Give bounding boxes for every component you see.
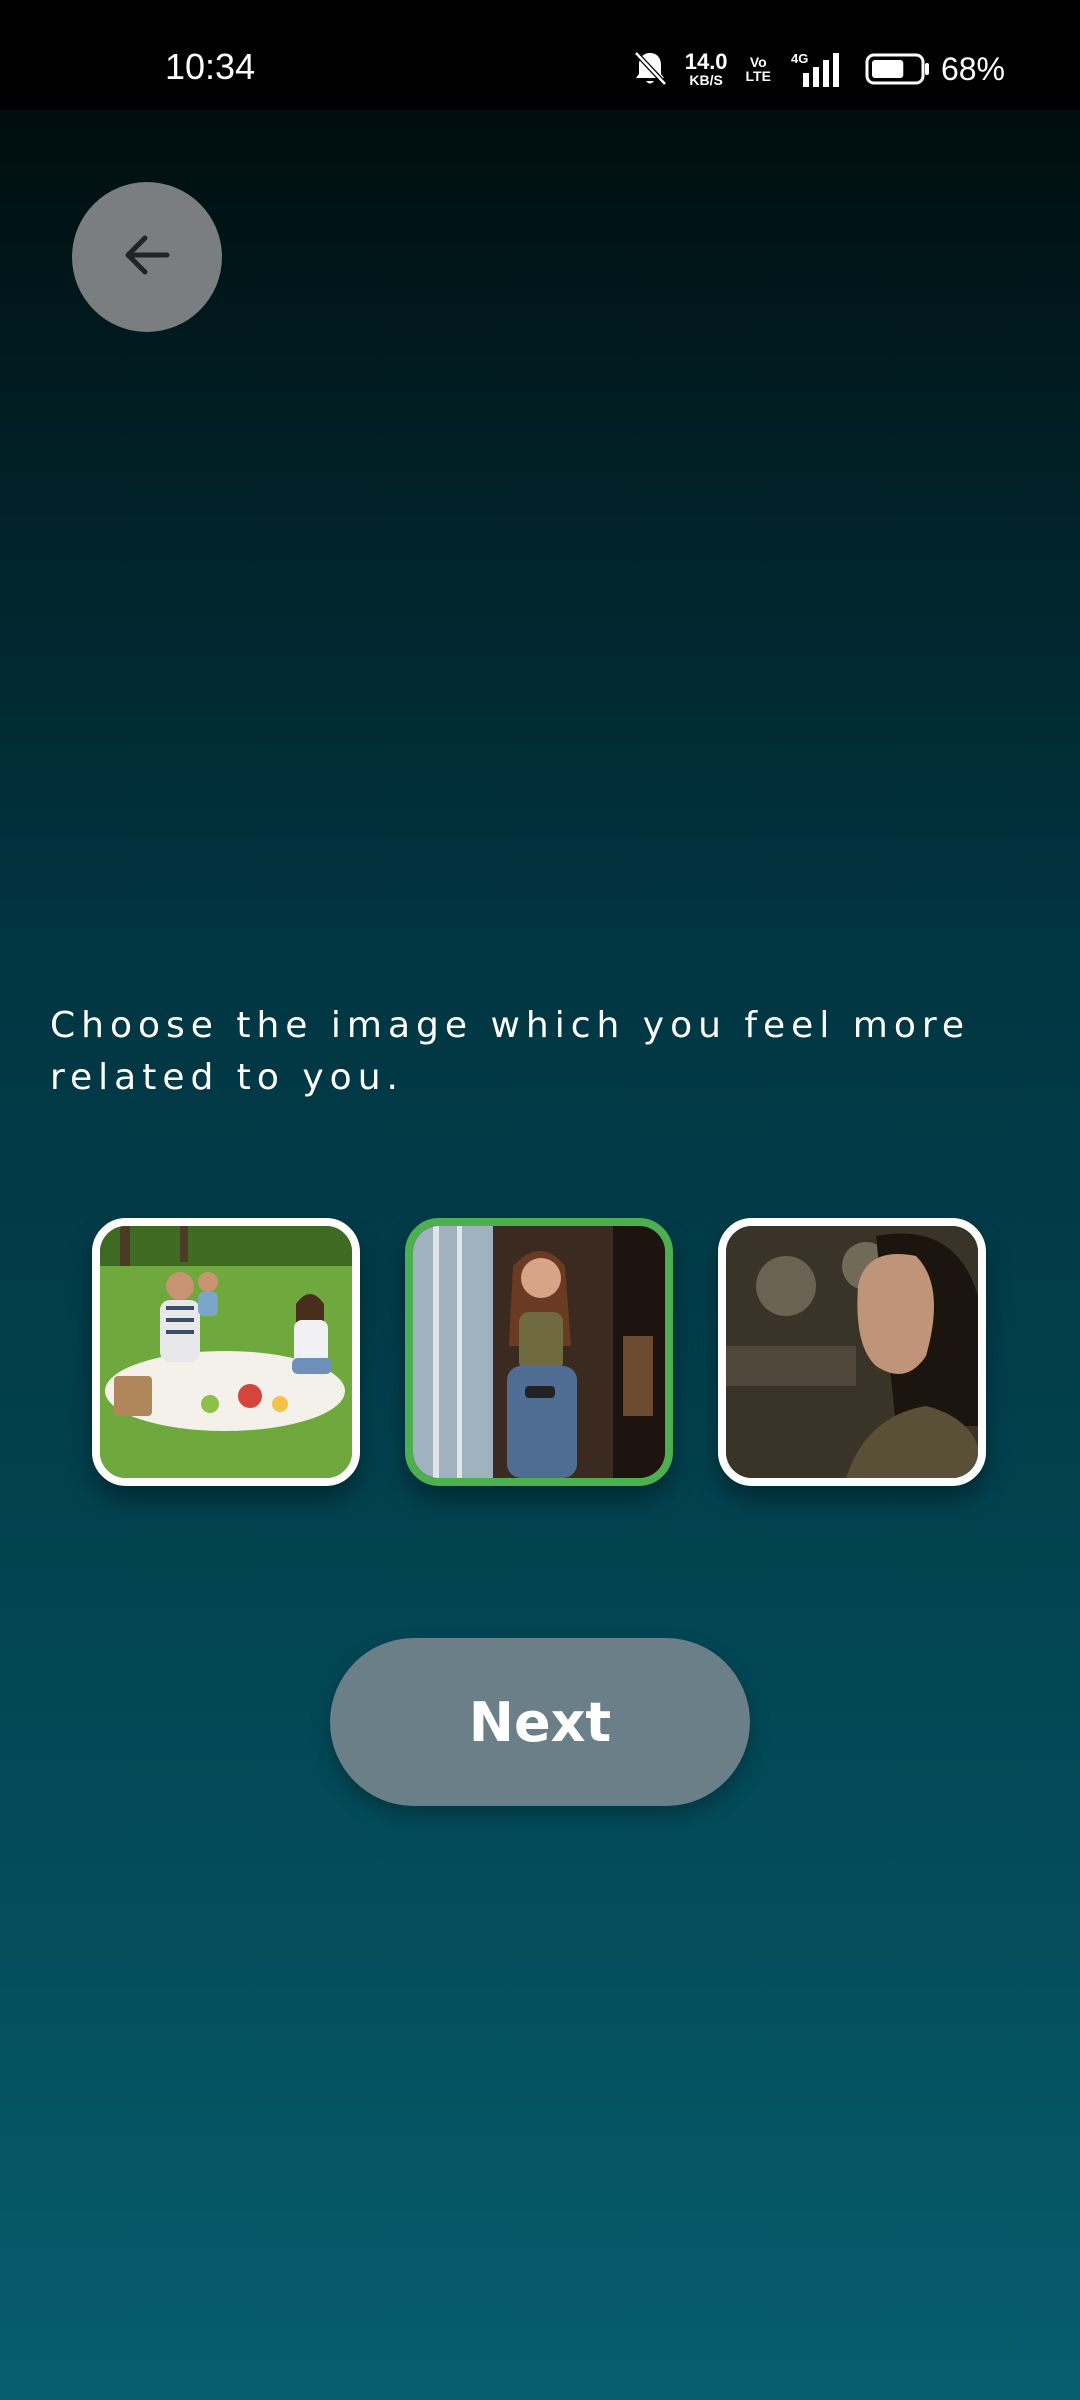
image-choice-worried[interactable] bbox=[718, 1218, 986, 1486]
woman-thinking-image bbox=[413, 1226, 665, 1478]
woman-worried-image bbox=[726, 1226, 978, 1478]
volte-top: Vo bbox=[749, 54, 767, 70]
battery-percent: 68% bbox=[940, 50, 1005, 87]
bell-muted-icon bbox=[633, 50, 667, 88]
image-choice-thinking[interactable] bbox=[405, 1218, 673, 1486]
network-speed-unit: KB/S bbox=[689, 72, 723, 88]
battery: 68% bbox=[865, 51, 1005, 88]
arrow-left-icon bbox=[119, 227, 175, 287]
picnic-family-image bbox=[100, 1226, 352, 1478]
network-type: 4G bbox=[791, 51, 808, 66]
next-button[interactable]: Next bbox=[330, 1638, 750, 1806]
prompt-text: Choose the image which you feel more rel… bbox=[50, 1005, 971, 1098]
status-icons: 14.0 KB/S Vo LTE 4G 68% bbox=[633, 50, 1005, 88]
signal-icon: 4G bbox=[789, 51, 847, 87]
status-bar: 10:34 14.0 KB/S Vo LTE 4G 68% bbox=[0, 0, 1080, 110]
volte-indicator: Vo LTE bbox=[746, 55, 771, 83]
network-speed: 14.0 KB/S bbox=[684, 49, 728, 88]
back-button[interactable] bbox=[72, 182, 222, 332]
volte-bottom: LTE bbox=[745, 68, 771, 84]
status-time: 10:34 bbox=[165, 46, 256, 87]
battery-icon bbox=[865, 53, 929, 85]
network-speed-value: 14.0 bbox=[684, 49, 728, 74]
image-choice-picnic[interactable] bbox=[92, 1218, 360, 1486]
